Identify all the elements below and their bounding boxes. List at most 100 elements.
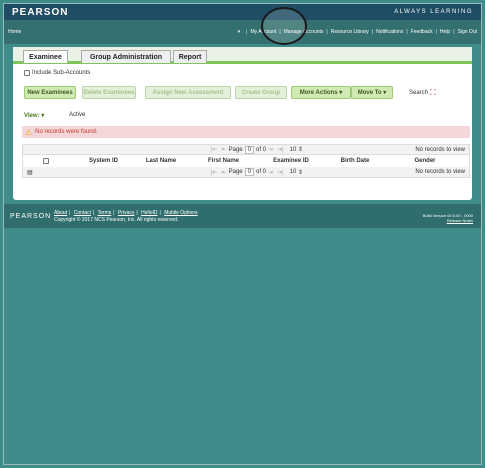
release-notes-link[interactable]: Release Notes (423, 218, 473, 223)
column-last-name[interactable]: Last Name (136, 158, 186, 164)
view-filter: View: ▾ Active (24, 112, 85, 119)
brand-tagline: ALWAYS LEARNING (394, 9, 473, 15)
page-input[interactable]: 0 (244, 168, 254, 176)
move-to-label: Move To (357, 89, 382, 96)
search-link[interactable]: Search ⛶ (409, 88, 436, 98)
page-of-label: of 0 (255, 146, 266, 153)
nav-help[interactable]: Help (440, 29, 450, 35)
column-system-id[interactable]: System ID (71, 158, 136, 164)
include-sub-accounts-label: Include Sub-Accounts (32, 70, 91, 76)
warning-icon: ⚠ (25, 127, 33, 137)
grid-options-icon[interactable]: ▤ (27, 169, 33, 176)
page-of-label: of 0 (255, 169, 266, 175)
footer-link-helloid[interactable]: HelloID (141, 210, 157, 216)
nav-feedback[interactable]: Feedback (411, 29, 433, 35)
next-page-icon[interactable]: ⇥ (268, 146, 273, 153)
build-info: Build Version 00.0.00 - 0000 Release Not… (423, 213, 473, 223)
search-icon: ⛶ (430, 88, 436, 97)
column-gender[interactable]: Gender (389, 158, 461, 164)
alert-message: No records were found. (35, 129, 98, 135)
nav-resource-library[interactable]: Resource Library (331, 29, 369, 35)
pager: |⇤ ⇤ Page 0 of 0 ⇥ ⇥| 10 ⇕ (209, 168, 303, 176)
footer-divider: | (93, 210, 95, 216)
assign-new-assessment-button[interactable]: Assign New Assessment (145, 86, 231, 99)
view-label: View: (24, 113, 40, 119)
footer-divider: | (159, 210, 161, 216)
column-birth-date[interactable]: Birth Date (321, 158, 389, 164)
column-first-name[interactable]: First Name (186, 158, 261, 164)
footer-logo: PEARSON (10, 213, 52, 220)
brand-bar: PEARSON ALWAYS LEARNING (4, 4, 481, 20)
footer-divider: | (113, 210, 115, 216)
nav-divider: | (371, 29, 374, 35)
move-to-button[interactable]: Move To ▾ (351, 86, 393, 99)
include-sub-accounts-checkbox[interactable] (24, 70, 30, 76)
records-count: No records to view (415, 169, 465, 175)
more-actions-button[interactable]: More Actions ▾ (291, 86, 351, 99)
last-page-icon[interactable]: ⇥| (277, 146, 284, 153)
nav-divider: | (453, 29, 455, 35)
view-value: Active (69, 112, 86, 118)
first-page-icon[interactable]: |⇤ (211, 169, 218, 176)
records-count: No records to view (415, 146, 465, 153)
page-size-select[interactable]: 10 (290, 169, 297, 175)
footer-link-about[interactable]: About (54, 210, 67, 216)
more-actions-label: More Actions (299, 89, 338, 96)
delete-examinees-button[interactable]: Delete Examinees (82, 86, 136, 99)
grid-header-row: System ID Last Name First Name Examinee … (22, 155, 470, 167)
footer-link-privacy[interactable]: Privacy (118, 210, 134, 216)
first-page-icon[interactable]: |⇤ (211, 146, 218, 153)
select-all-checkbox[interactable] (43, 158, 49, 164)
column-examinee-id[interactable]: Examinee ID (261, 158, 321, 164)
app-frame: PEARSON ALWAYS LEARNING Home ▾ | My Acco… (3, 3, 482, 465)
chevron-updown-icon: ⇕ (296, 147, 304, 153)
footer-divider: | (69, 210, 71, 216)
tab-examinee[interactable]: Examinee (23, 50, 68, 63)
cursor-highlight-ring (261, 7, 307, 45)
footer-divider: | (136, 210, 138, 216)
page-label: Page (228, 146, 243, 153)
tab-report[interactable]: Report (173, 50, 207, 63)
page-input[interactable]: 0 (244, 145, 254, 154)
chevron-down-icon[interactable]: ▾ (238, 29, 241, 35)
next-page-icon[interactable]: ⇥ (268, 169, 273, 176)
chevron-down-icon: ▾ (337, 90, 343, 96)
nav-notifications[interactable]: Notifications (376, 29, 403, 35)
examinee-grid: |⇤ ⇤ Page 0 of 0 ⇥ ⇥| 10 ⇕ No records to… (22, 144, 470, 178)
pager: |⇤ ⇤ Page 0 of 0 ⇥ ⇥| 10 ⇕ (209, 145, 304, 154)
tab-bar: Examinee Group Administration Report (13, 47, 472, 64)
footer-link-terms[interactable]: Terms (98, 210, 112, 216)
footer-link-mobile-options[interactable]: Mobile Options (164, 210, 197, 216)
nav-divider: | (406, 29, 408, 35)
top-nav: Home ▾ | My Account | Manage Accounts | … (4, 20, 481, 44)
include-sub-accounts-row: Include Sub-Accounts (24, 70, 90, 76)
footer-link-contact[interactable]: Contact (74, 210, 91, 216)
tab-group-administration[interactable]: Group Administration (81, 50, 171, 63)
chevron-down-icon: ▾ (41, 113, 45, 119)
pearson-logo: PEARSON (12, 6, 69, 18)
grid-bottom-pager: ▤ |⇤ ⇤ Page 0 of 0 ⇥ ⇥| 10 ⇕ No records … (22, 167, 470, 178)
footer-copyright: Copyright © 2017 NCS Pearson, Inc. All r… (54, 217, 179, 223)
nav-divider: | (326, 29, 328, 35)
nav-sign-out[interactable]: Sign Out (458, 29, 477, 35)
nav-divider: | (246, 29, 248, 35)
chevron-updown-icon: ⇕ (296, 169, 304, 176)
grid-top-pager: |⇤ ⇤ Page 0 of 0 ⇥ ⇥| 10 ⇕ No records to… (22, 144, 470, 155)
nav-home-link[interactable]: Home (8, 29, 21, 35)
footer-links: About | Contact | Terms | Privacy | HelloID |… (54, 210, 198, 216)
nav-divider: | (435, 29, 437, 35)
new-examinees-button[interactable]: New Examinees (24, 86, 76, 99)
chevron-down-icon: ▾ (381, 90, 387, 96)
page-label: Page (228, 169, 243, 175)
prev-page-icon[interactable]: ⇤ (222, 169, 227, 176)
last-page-icon[interactable]: ⇥| (277, 169, 284, 176)
search-label: Search (409, 90, 429, 96)
no-records-alert: ⚠ No records were found. (22, 126, 470, 138)
prev-page-icon[interactable]: ⇤ (222, 146, 227, 153)
create-group-button[interactable]: Create Group (235, 86, 287, 99)
view-dropdown[interactable]: View: ▾ (24, 112, 69, 119)
main-panel: Examinee Group Administration Report Inc… (13, 47, 472, 200)
page-size-select[interactable]: 10 (290, 147, 297, 153)
page-footer: PEARSON About | Contact | Terms | Privacy | … (4, 204, 481, 228)
select-all-cell (23, 158, 71, 164)
